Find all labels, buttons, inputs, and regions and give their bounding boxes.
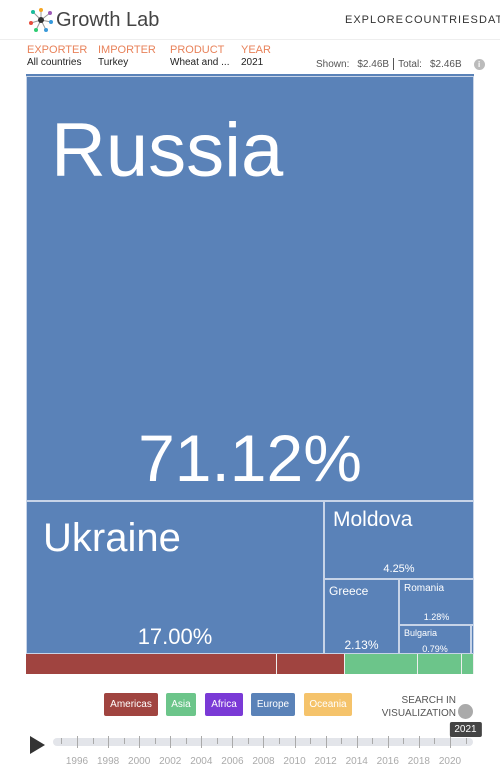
timeline-tick <box>185 738 187 744</box>
timeline-tick <box>154 738 156 744</box>
timeline-tick <box>449 736 451 748</box>
importer-value[interactable]: Turkey <box>98 57 128 68</box>
legend-oceania[interactable]: Oceania <box>304 693 352 716</box>
shown-label: Shown: <box>316 58 350 70</box>
info-icon[interactable]: i <box>473 58 485 70</box>
totals: Shown: $2.46B Total: $2.46B i <box>316 58 485 70</box>
nav-countries[interactable]: COUNTRIES <box>405 14 479 26</box>
treemap-cell-moldova[interactable]: Moldova 4.25% <box>324 501 474 579</box>
timeline-tick <box>279 738 281 744</box>
treemap-cell-americas-1[interactable] <box>26 654 277 674</box>
nav-data[interactable]: DATA <box>479 14 500 26</box>
timeline-tick <box>216 738 218 744</box>
timeline-year-label[interactable]: 2012 <box>315 756 337 767</box>
cell-share: 4.25% <box>383 563 415 575</box>
timeline-year-label[interactable]: 2010 <box>283 756 305 767</box>
timeline-tick <box>123 738 125 744</box>
timeline-tick <box>61 738 63 744</box>
timeline-tick <box>325 736 327 748</box>
timeline-year-label[interactable]: 2000 <box>128 756 150 767</box>
cell-name: Moldova <box>333 508 413 531</box>
timeline-tick <box>201 736 203 748</box>
timeline-tick <box>372 738 374 744</box>
legend-africa[interactable]: Africa <box>205 693 243 716</box>
timeline-tick <box>387 736 389 748</box>
growth-lab-logo-icon <box>29 8 53 32</box>
timeline-year-label[interactable]: 2008 <box>252 756 274 767</box>
treemap-cell-bulgaria[interactable]: Bulgaria 0.79% <box>399 625 471 654</box>
nav-explore[interactable]: EXPLORE <box>345 14 404 26</box>
legend-europe[interactable]: Europe <box>251 693 295 716</box>
timeline-year-label[interactable]: 2020 <box>439 756 461 767</box>
timeline-year-label[interactable]: 2004 <box>190 756 212 767</box>
treemap-cell-other-europe[interactable] <box>471 625 474 654</box>
total-value: $2.46B <box>429 58 462 70</box>
importer-label: IMPORTER <box>98 44 156 56</box>
timeline-tick <box>247 738 249 744</box>
timeline-tick <box>92 738 94 744</box>
treemap-cell-romania[interactable]: Romania 1.28% <box>399 579 474 625</box>
timeline-year-label[interactable]: 1998 <box>97 756 119 767</box>
totals-divider <box>393 58 395 70</box>
year-label: YEAR <box>241 44 271 56</box>
timeline-year-label[interactable]: 2014 <box>346 756 368 767</box>
timeline-tick <box>170 736 172 748</box>
treemap-cell-asia-1[interactable] <box>345 654 418 674</box>
timeline-tick <box>341 738 343 744</box>
cell-share: 17.00% <box>137 624 213 649</box>
search-icon[interactable] <box>458 704 473 719</box>
play-icon[interactable] <box>30 736 45 754</box>
timeline-tick <box>356 736 358 748</box>
cell-share: 0.79% <box>422 644 448 654</box>
timeline-tick <box>263 736 265 748</box>
timeline-tick <box>434 738 436 744</box>
treemap-cell-russia[interactable]: Russia 71.12% <box>26 76 474 501</box>
treemap-cell-ukraine[interactable]: Ukraine 17.00% <box>26 501 324 654</box>
treemap-cell-asia-3[interactable] <box>462 654 474 674</box>
cell-share: 71.12% <box>138 421 362 495</box>
year-value[interactable]: 2021 <box>241 57 263 68</box>
treemap-cell-asia-2[interactable] <box>418 654 462 674</box>
timeline-tick <box>77 736 78 748</box>
exporter-value[interactable]: All countries <box>27 57 81 68</box>
timeline-tick <box>465 738 467 744</box>
timeline-year-label[interactable]: 2016 <box>377 756 399 767</box>
cell-name: Russia <box>51 108 284 193</box>
treemap-cell-americas-2[interactable] <box>277 654 345 674</box>
timeline-tick <box>232 736 234 748</box>
exporter-label: EXPORTER <box>27 44 88 56</box>
search-label-1: SEARCH IN <box>401 695 456 706</box>
timeline-tick <box>310 738 312 744</box>
cell-share: 2.13% <box>344 638 379 652</box>
timeline-tick <box>108 736 110 748</box>
legend-asia[interactable]: Asia <box>166 693 196 716</box>
logo[interactable]: Growth Lab <box>28 7 159 33</box>
timeline-year-label[interactable]: 2006 <box>221 756 243 767</box>
timeline-tick <box>139 736 141 748</box>
timeline-year-label[interactable]: 2018 <box>408 756 430 767</box>
product-label: PRODUCT <box>170 44 225 56</box>
timeline-year-label[interactable]: 2002 <box>159 756 181 767</box>
search-label-2: VISUALIZATION <box>381 708 456 719</box>
treemap: Russia 71.12% Ukraine 17.00% Moldova 4.2… <box>26 74 474 674</box>
timeline-tick <box>294 736 296 748</box>
cell-share: 1.28% <box>423 612 450 622</box>
selected-year-tooltip: 2021 <box>449 722 482 737</box>
cell-name: Greece <box>329 584 369 598</box>
search-in-visualization[interactable]: SEARCH IN VISUALIZATION <box>380 694 456 720</box>
timeline-year-label[interactable]: 1996 <box>66 756 88 767</box>
legend-americas[interactable]: Americas <box>104 693 158 716</box>
cell-name: Bulgaria <box>404 628 438 638</box>
header-divider <box>0 39 500 40</box>
cell-name: Romania <box>404 583 445 594</box>
timeline-tick <box>418 736 420 748</box>
shown-value: $2.46B <box>357 58 390 70</box>
timeline-tick <box>403 738 405 744</box>
total-label: Total: <box>398 58 422 70</box>
product-value[interactable]: Wheat and ... <box>170 57 229 68</box>
treemap-cell-greece[interactable]: Greece 2.13% <box>324 579 399 654</box>
cell-name: Ukraine <box>43 516 181 560</box>
logo-text: Growth Lab <box>56 8 160 31</box>
